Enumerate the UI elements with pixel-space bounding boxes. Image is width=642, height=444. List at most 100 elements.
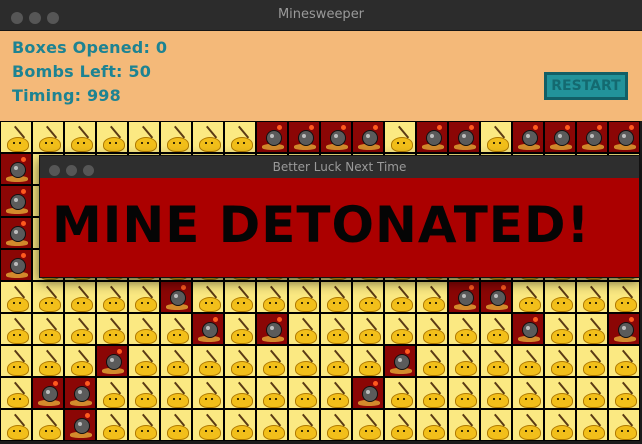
unopened-cell[interactable]	[512, 377, 544, 409]
unopened-cell[interactable]	[288, 313, 320, 345]
mine-cell[interactable]	[448, 281, 480, 313]
mine-cell[interactable]	[288, 121, 320, 153]
mine-cell[interactable]	[608, 121, 640, 153]
mine-cell[interactable]	[256, 121, 288, 153]
mine-cell[interactable]	[320, 121, 352, 153]
mine-cell[interactable]	[480, 281, 512, 313]
unopened-cell[interactable]	[320, 345, 352, 377]
unopened-cell[interactable]	[320, 281, 352, 313]
unopened-cell[interactable]	[160, 409, 192, 441]
unopened-cell[interactable]	[96, 121, 128, 153]
unopened-cell[interactable]	[384, 377, 416, 409]
unopened-cell[interactable]	[128, 121, 160, 153]
unopened-cell[interactable]	[160, 345, 192, 377]
unopened-cell[interactable]	[256, 345, 288, 377]
mine-cell[interactable]	[544, 121, 576, 153]
unopened-cell[interactable]	[160, 313, 192, 345]
unopened-cell[interactable]	[544, 345, 576, 377]
mine-cell[interactable]	[352, 377, 384, 409]
mine-cell[interactable]	[256, 313, 288, 345]
mine-cell[interactable]	[608, 313, 640, 345]
unopened-cell[interactable]	[256, 377, 288, 409]
unopened-cell[interactable]	[224, 377, 256, 409]
unopened-cell[interactable]	[608, 409, 640, 441]
unopened-cell[interactable]	[192, 121, 224, 153]
unopened-cell[interactable]	[352, 313, 384, 345]
unopened-cell[interactable]	[128, 345, 160, 377]
unopened-cell[interactable]	[448, 345, 480, 377]
unopened-cell[interactable]	[0, 313, 32, 345]
unopened-cell[interactable]	[576, 377, 608, 409]
unopened-cell[interactable]	[96, 281, 128, 313]
unopened-cell[interactable]	[224, 121, 256, 153]
unopened-cell[interactable]	[64, 121, 96, 153]
unopened-cell[interactable]	[224, 313, 256, 345]
unopened-cell[interactable]	[0, 345, 32, 377]
unopened-cell[interactable]	[512, 345, 544, 377]
unopened-cell[interactable]	[256, 409, 288, 441]
unopened-cell[interactable]	[480, 345, 512, 377]
mine-cell[interactable]	[0, 249, 32, 281]
mine-cell[interactable]	[512, 121, 544, 153]
unopened-cell[interactable]	[480, 313, 512, 345]
unopened-cell[interactable]	[384, 409, 416, 441]
unopened-cell[interactable]	[224, 345, 256, 377]
mine-cell[interactable]	[0, 217, 32, 249]
unopened-cell[interactable]	[480, 121, 512, 153]
unopened-cell[interactable]	[448, 377, 480, 409]
unopened-cell[interactable]	[160, 377, 192, 409]
unopened-cell[interactable]	[288, 409, 320, 441]
unopened-cell[interactable]	[96, 409, 128, 441]
unopened-cell[interactable]	[384, 281, 416, 313]
unopened-cell[interactable]	[384, 313, 416, 345]
unopened-cell[interactable]	[544, 409, 576, 441]
unopened-cell[interactable]	[288, 281, 320, 313]
mine-cell[interactable]	[512, 313, 544, 345]
unopened-cell[interactable]	[512, 409, 544, 441]
unopened-cell[interactable]	[64, 345, 96, 377]
unopened-cell[interactable]	[416, 409, 448, 441]
unopened-cell[interactable]	[160, 121, 192, 153]
mine-cell[interactable]	[0, 153, 32, 185]
mine-cell[interactable]	[64, 409, 96, 441]
unopened-cell[interactable]	[608, 377, 640, 409]
unopened-cell[interactable]	[480, 377, 512, 409]
unopened-cell[interactable]	[448, 409, 480, 441]
unopened-cell[interactable]	[32, 409, 64, 441]
mine-cell[interactable]	[192, 313, 224, 345]
unopened-cell[interactable]	[576, 409, 608, 441]
mine-cell[interactable]	[416, 121, 448, 153]
restart-button[interactable]: RESTART	[544, 72, 628, 100]
unopened-cell[interactable]	[352, 345, 384, 377]
unopened-cell[interactable]	[128, 377, 160, 409]
unopened-cell[interactable]	[576, 313, 608, 345]
unopened-cell[interactable]	[0, 121, 32, 153]
mine-cell[interactable]	[160, 281, 192, 313]
unopened-cell[interactable]	[608, 345, 640, 377]
unopened-cell[interactable]	[416, 377, 448, 409]
unopened-cell[interactable]	[448, 313, 480, 345]
unopened-cell[interactable]	[608, 281, 640, 313]
mine-cell[interactable]	[0, 185, 32, 217]
unopened-cell[interactable]	[576, 281, 608, 313]
unopened-cell[interactable]	[352, 281, 384, 313]
unopened-cell[interactable]	[64, 281, 96, 313]
unopened-cell[interactable]	[128, 281, 160, 313]
mine-cell[interactable]	[384, 345, 416, 377]
unopened-cell[interactable]	[0, 377, 32, 409]
mine-cell[interactable]	[576, 121, 608, 153]
unopened-cell[interactable]	[192, 377, 224, 409]
unopened-cell[interactable]	[416, 281, 448, 313]
unopened-cell[interactable]	[128, 409, 160, 441]
mine-cell[interactable]	[32, 377, 64, 409]
unopened-cell[interactable]	[128, 313, 160, 345]
unopened-cell[interactable]	[416, 345, 448, 377]
unopened-cell[interactable]	[544, 377, 576, 409]
mine-cell[interactable]	[352, 121, 384, 153]
unopened-cell[interactable]	[320, 377, 352, 409]
unopened-cell[interactable]	[544, 281, 576, 313]
unopened-cell[interactable]	[32, 313, 64, 345]
unopened-cell[interactable]	[32, 121, 64, 153]
unopened-cell[interactable]	[0, 281, 32, 313]
unopened-cell[interactable]	[416, 313, 448, 345]
